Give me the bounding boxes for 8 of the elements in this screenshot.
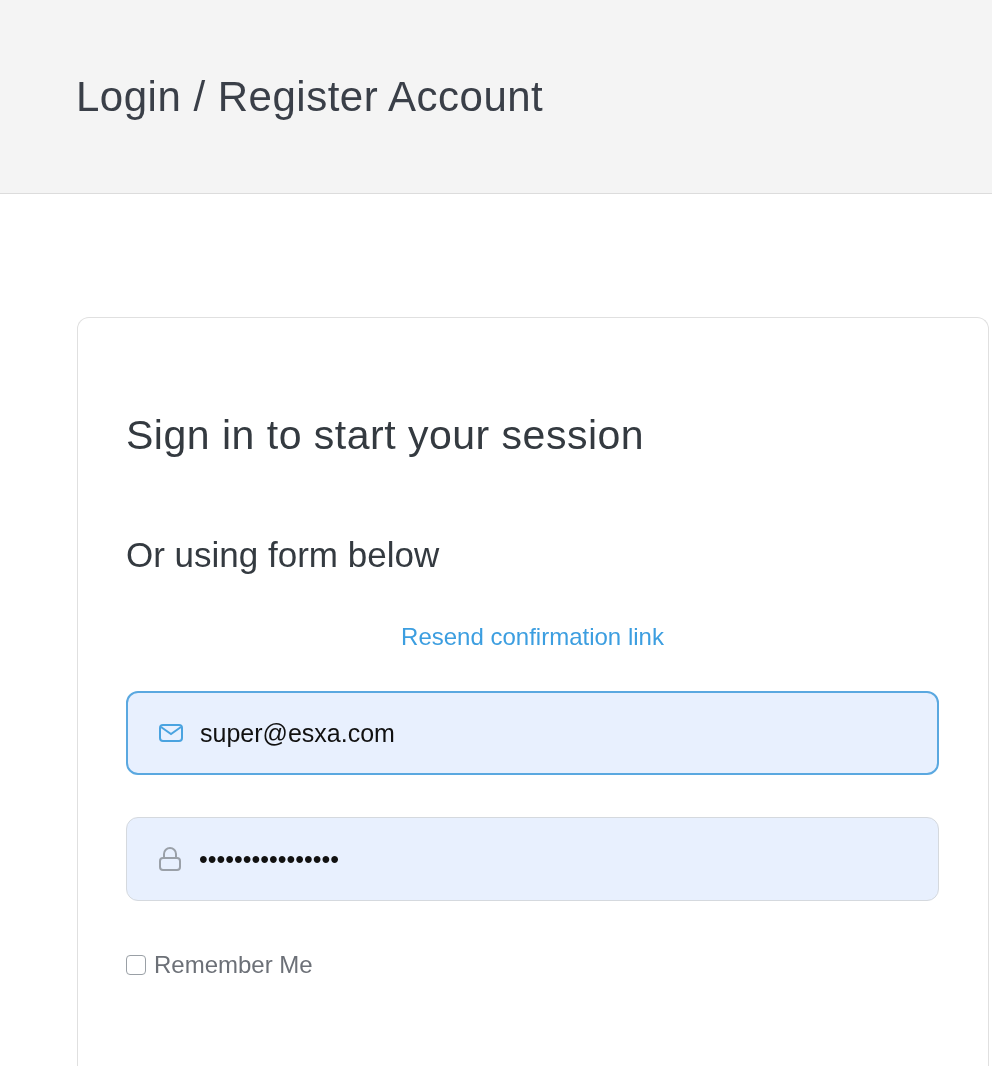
lock-icon: [157, 846, 183, 872]
password-field[interactable]: ••••••••••••••••: [126, 817, 939, 901]
card-subtitle: Or using form below: [126, 535, 441, 575]
page-title: Login / Register Account: [76, 72, 544, 121]
remember-label: Remember Me: [154, 951, 313, 979]
remember-checkbox[interactable]: [126, 955, 146, 975]
email-field[interactable]: super@esxa.com: [126, 691, 939, 775]
card-title: Sign in to start your session: [126, 412, 646, 459]
